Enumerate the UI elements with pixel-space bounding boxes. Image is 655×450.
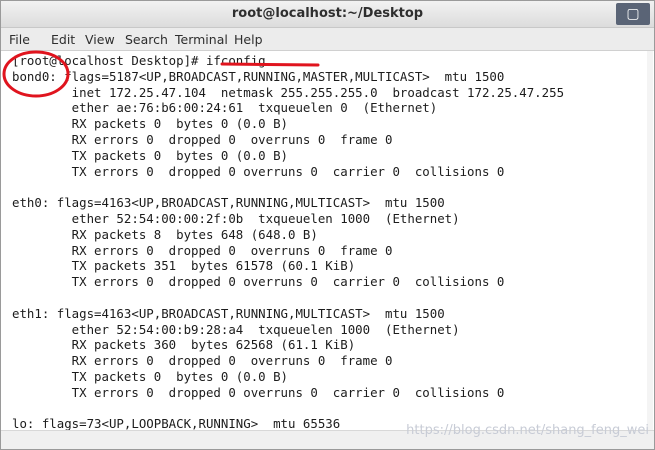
menu-terminal[interactable]: Terminal [175, 32, 228, 47]
terminal-line: TX packets 0 bytes 0 (0.0 B) [12, 369, 289, 384]
terminal-line: TX packets 0 bytes 0 (0.0 B) [12, 147, 289, 163]
terminal-line: TX errors 0 dropped 0 overruns 0 carrier… [12, 274, 505, 290]
terminal-line: RX packets 8 bytes 648 (648.0 B) [12, 226, 318, 242]
menu-search[interactable]: Search [125, 32, 168, 47]
terminal-output[interactable]: [root@localhost Desktop]# ifconfig bond0:… [9, 51, 649, 433]
scrollbar[interactable] [647, 51, 653, 433]
watermark-text: https://blog.csdn.net/shang_feng_wei [406, 423, 649, 438]
terminal-line: TX errors 0 dropped 0 overruns 0 carrier… [12, 384, 505, 400]
terminal-line: RX packets 360 bytes 62568 (61.1 KiB) [12, 337, 356, 353]
menu-bar: File Edit View Search Terminal Help [1, 28, 654, 51]
title-bar[interactable]: root@localhost:~/Desktop ▢ [1, 1, 654, 28]
terminal-line: ether 52:54:00:00:2f:0b txqueuelen 1000 … [12, 211, 460, 226]
terminal-line: bond0: flags=5187<UP,BROADCAST,RUNNING,M… [12, 68, 505, 84]
command-prompt-line: [root@localhost Desktop]# ifconfig [12, 53, 266, 68]
terminal-line: RX errors 0 dropped 0 overruns 0 frame 0 [12, 132, 393, 147]
terminal-line: RX packets 0 bytes 0 (0.0 B) [12, 116, 289, 132]
window-title: root@localhost:~/Desktop [231, 6, 424, 21]
menu-view[interactable]: View [85, 32, 115, 47]
terminal-line: TX packets 351 bytes 61578 (60.1 KiB) [12, 258, 356, 274]
terminal-line: RX errors 0 dropped 0 overruns 0 frame 0 [12, 242, 393, 258]
terminal-window: root@localhost:~/Desktop ▢ File Edit Vie… [0, 0, 655, 450]
menu-edit[interactable]: Edit [51, 32, 75, 47]
menu-help[interactable]: Help [234, 32, 263, 47]
terminal-line: RX errors 0 dropped 0 overruns 0 frame 0 [12, 353, 393, 369]
terminal-line: ether 52:54:00:b9:28:a4 txqueuelen 1000 … [12, 321, 460, 337]
terminal-line: inet 172.25.47.104 netmask 255.255.255.0… [12, 84, 565, 100]
terminal-line: ether ae:76:b6:00:24:61 txqueuelen 0 (Et… [12, 100, 438, 116]
terminal-line: eth1: flags=4163<UP,BROADCAST,RUNNING,MU… [12, 305, 445, 321]
maximize-button[interactable]: ▢ [616, 3, 650, 25]
menu-file[interactable]: File [9, 32, 30, 47]
terminal-line: eth0: flags=4163<UP,BROADCAST,RUNNING,MU… [12, 195, 445, 211]
terminal-line: TX errors 0 dropped 0 overruns 0 carrier… [12, 163, 505, 179]
